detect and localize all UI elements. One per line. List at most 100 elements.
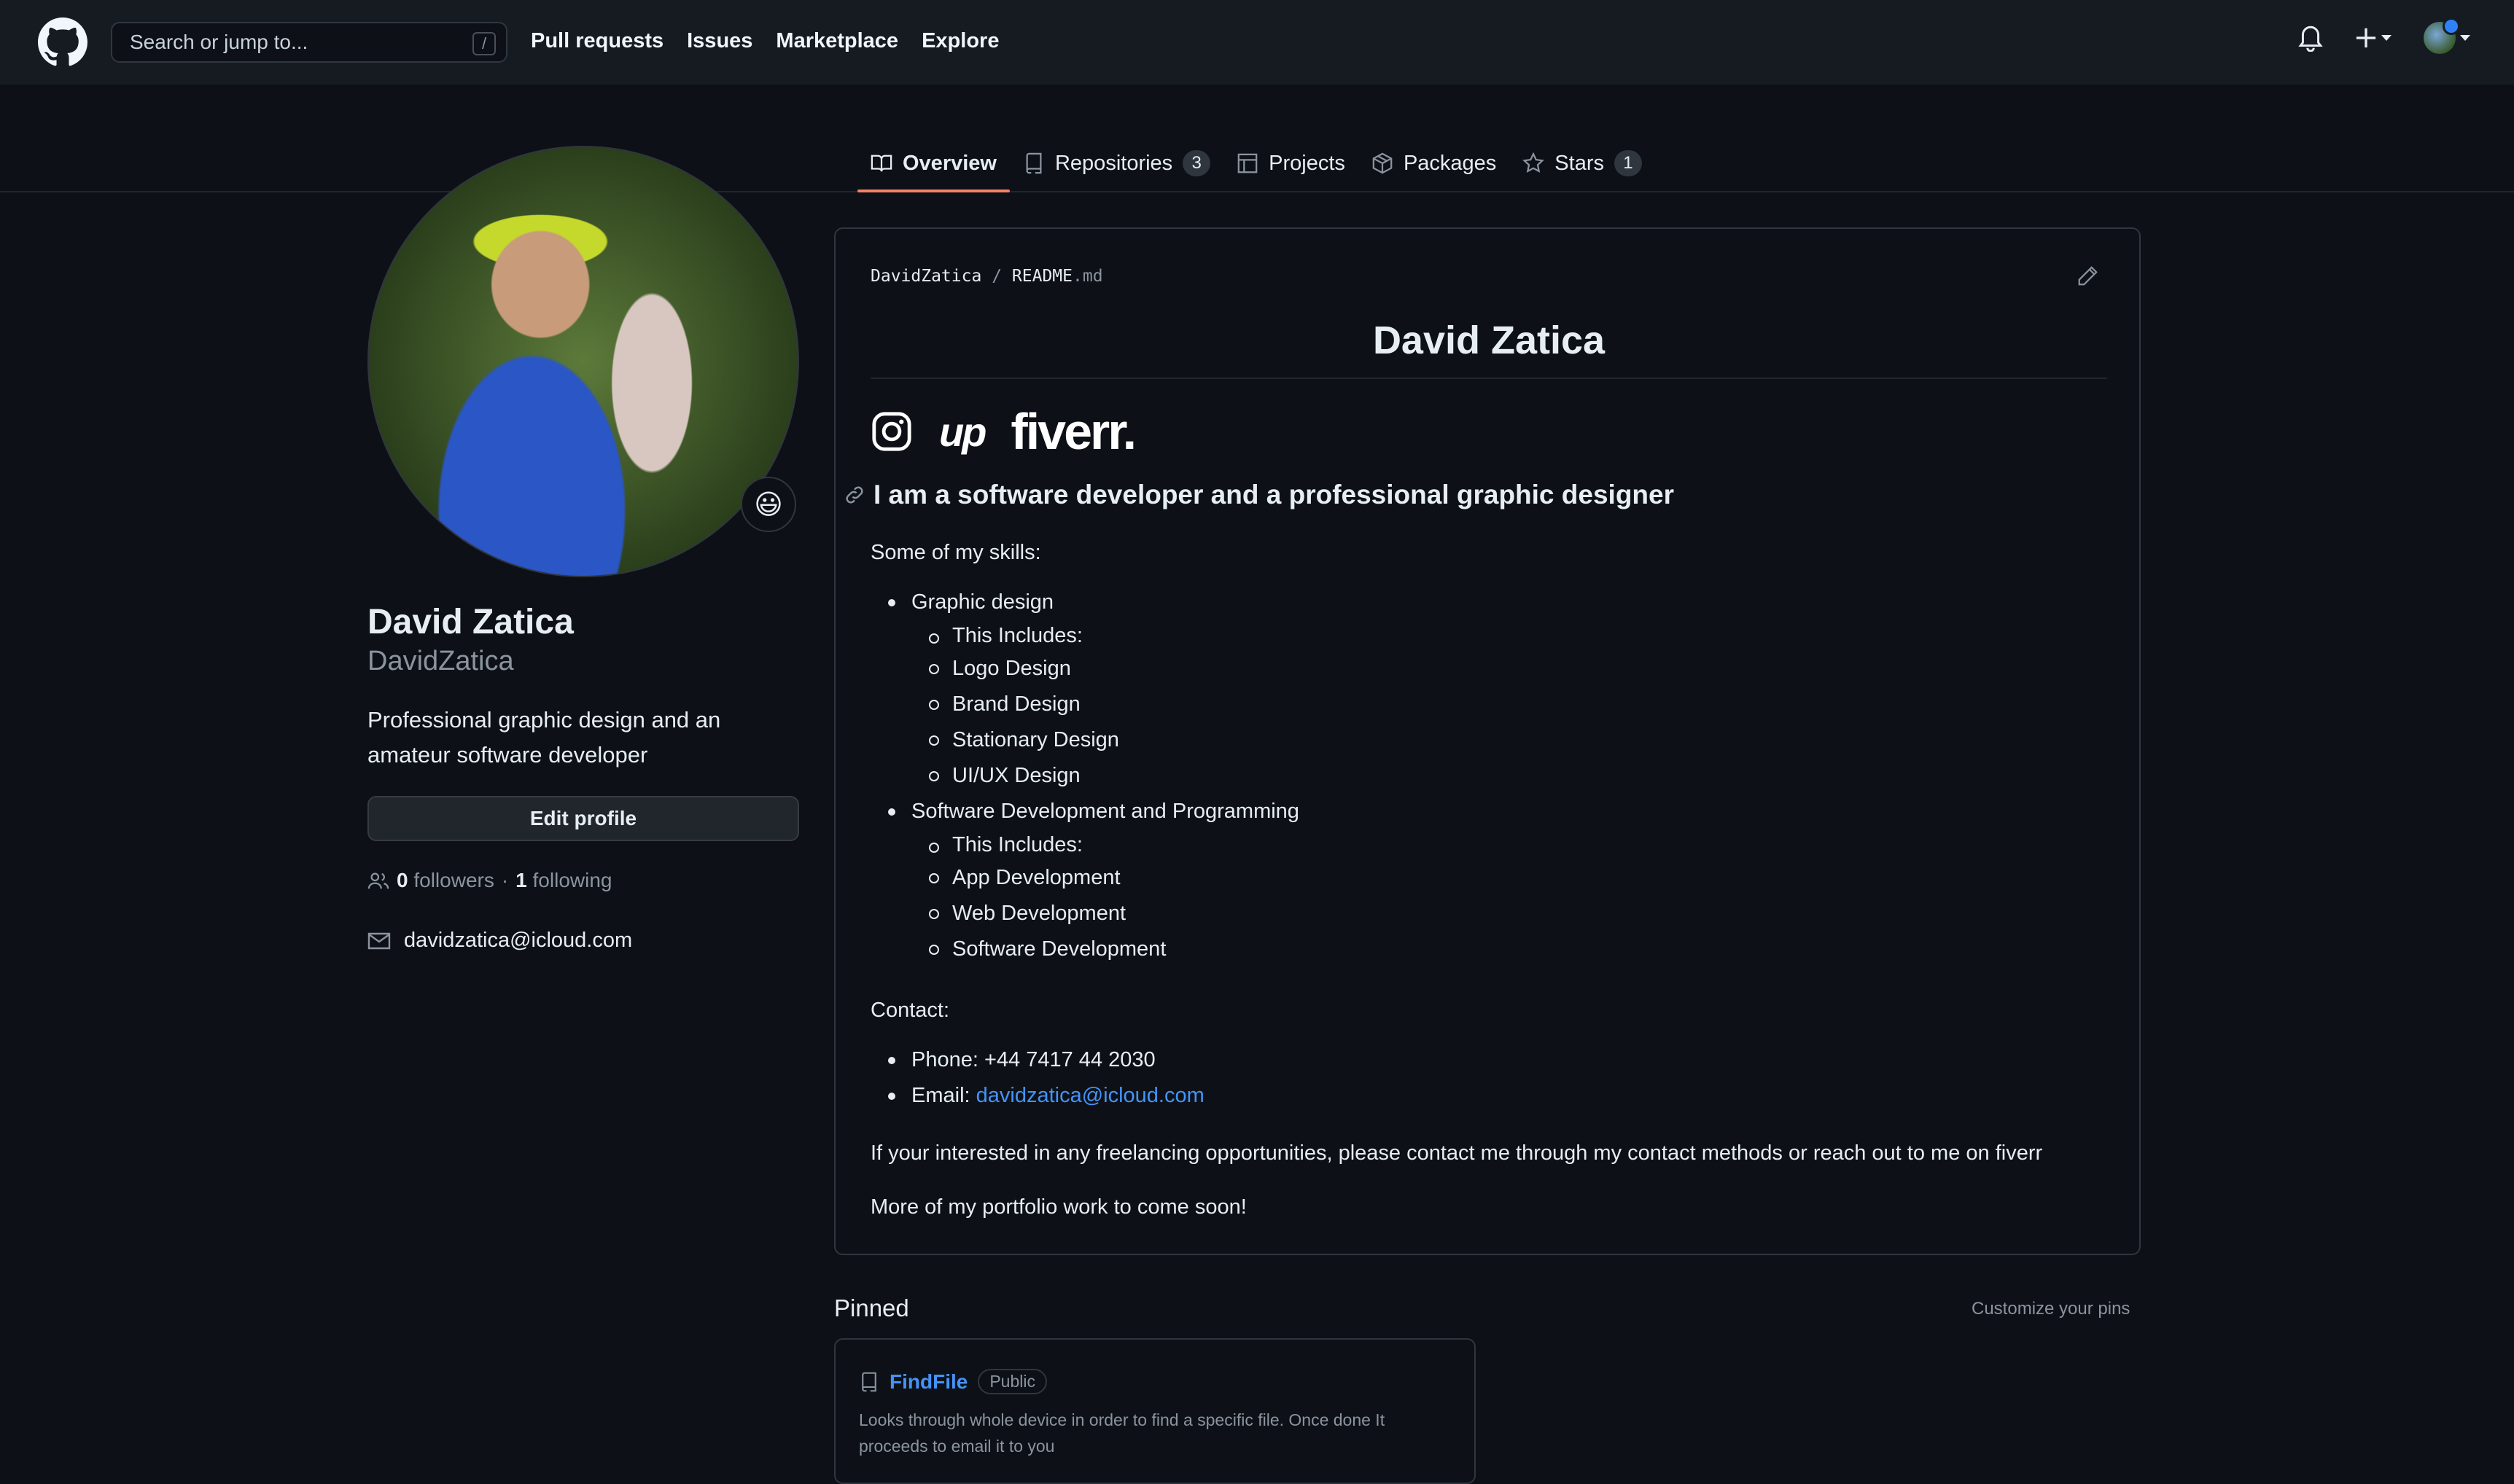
following-label: following <box>532 869 612 891</box>
pinned-repo-card: FindFile Public Looks through whole devi… <box>834 1338 1476 1484</box>
readme-filename: README <box>1011 267 1073 286</box>
avatar <box>2424 17 2460 54</box>
tab-overview[interactable]: Overview <box>857 136 1010 192</box>
github-logo-icon[interactable] <box>38 17 87 67</box>
create-new-dropdown[interactable] <box>2355 27 2392 49</box>
list-item: UI/UX Design <box>871 758 1299 794</box>
readme-path: DavidZatica / README.md <box>871 267 1103 286</box>
stars-count: 1 <box>1614 150 1642 176</box>
pencil-icon[interactable] <box>2077 265 2098 287</box>
email-item: Email: davidzatica@icloud.com <box>871 1078 1205 1114</box>
followers-label: followers <box>413 869 494 891</box>
tab-label: Projects <box>1269 151 1345 175</box>
tab-label: Packages <box>1403 151 1497 175</box>
mail-icon <box>367 932 391 949</box>
chevron-down-icon <box>2460 35 2470 41</box>
set-status-button[interactable]: 😃 <box>741 477 796 532</box>
tab-stars[interactable]: Stars 1 <box>1509 136 1655 191</box>
social-links: up fiverr. <box>871 402 1137 461</box>
list-item: This Includes: <box>871 829 1299 860</box>
nav-pull-requests[interactable]: Pull requests <box>531 29 663 53</box>
chevron-down-icon <box>2381 35 2392 41</box>
nav-explore[interactable]: Explore <box>922 29 999 53</box>
top-header: Search or jump to... / Pull requests Iss… <box>0 0 2514 85</box>
following-link[interactable]: 1 following <box>515 869 612 892</box>
upwork-logo[interactable]: up <box>939 408 986 456</box>
smiley-icon: 😃 <box>754 489 783 520</box>
readme-box: DavidZatica / README.md David Zatica up … <box>834 227 2141 1255</box>
readme-extension: .md <box>1073 267 1103 286</box>
list-item: Logo Design <box>871 651 1299 687</box>
phone-item: Phone: +44 7417 44 2030 <box>871 1042 1205 1078</box>
readme-heading: I am a software developer and a professi… <box>844 480 1674 510</box>
list-item: Software Development <box>871 932 1299 967</box>
table-icon <box>1237 153 1258 173</box>
heading-text: I am a software developer and a professi… <box>873 480 1675 509</box>
search-input[interactable]: Search or jump to... / <box>111 22 507 63</box>
slash-shortcut-key: / <box>472 32 496 55</box>
path-separator: / <box>992 267 1003 286</box>
edit-profile-button[interactable]: Edit profile <box>367 796 799 841</box>
readme-file-link[interactable]: README.md <box>1012 267 1103 286</box>
repositories-count: 3 <box>1183 150 1211 176</box>
list-item: Web Development <box>871 896 1299 932</box>
repo-icon <box>1026 152 1042 174</box>
email-label: Email: <box>911 1084 976 1107</box>
tab-repositories[interactable]: Repositories 3 <box>1010 136 1223 191</box>
list-item: Stationary Design <box>871 722 1299 758</box>
repo-icon <box>862 1372 876 1391</box>
readme-title: David Zatica <box>871 318 2107 379</box>
search-placeholder: Search or jump to... <box>130 31 308 53</box>
instagram-icon[interactable] <box>871 410 913 453</box>
tab-label: Overview <box>903 151 997 175</box>
email-link[interactable]: davidzatica@icloud.com <box>404 929 632 953</box>
pinned-repo-description: Looks through whole device in order to f… <box>859 1410 1385 1456</box>
visibility-badge: Public <box>978 1369 1047 1394</box>
user-menu[interactable] <box>2424 17 2470 54</box>
people-icon <box>367 872 389 889</box>
skills-intro: Some of my skills: <box>871 541 1041 564</box>
nav-issues[interactable]: Issues <box>687 29 752 53</box>
followers-count: 0 <box>397 869 408 891</box>
portfolio-text: More of my portfolio work to come soon! <box>871 1195 1247 1219</box>
pinned-repo-link[interactable]: FindFile <box>890 1370 968 1394</box>
follow-stats: 0 followers · 1 following <box>367 869 612 892</box>
bell-icon[interactable] <box>2298 24 2323 52</box>
pinned-heading: Pinned <box>834 1294 909 1321</box>
readme-email-link[interactable]: davidzatica@icloud.com <box>976 1084 1205 1107</box>
profile-bio: Professional graphic design and an amate… <box>367 707 721 768</box>
package-icon <box>1372 152 1393 174</box>
list-item: Software Development and Programming <box>871 794 1299 829</box>
pinned-repo-header: FindFile Public <box>859 1369 1047 1394</box>
tab-label: Stars <box>1554 151 1604 175</box>
tab-packages[interactable]: Packages <box>1358 136 1509 191</box>
profile-email: davidzatica@icloud.com <box>367 929 632 953</box>
readme-owner-link[interactable]: DavidZatica <box>871 267 981 286</box>
header-actions <box>2298 17 2470 54</box>
list-item: This Includes: <box>871 620 1299 651</box>
following-count: 1 <box>515 869 527 891</box>
tab-projects[interactable]: Projects <box>1223 136 1358 191</box>
followers-link[interactable]: 0 followers <box>397 869 494 892</box>
list-item: App Development <box>871 860 1299 896</box>
global-nav: Pull requests Issues Marketplace Explore <box>531 29 999 53</box>
tab-label: Repositories <box>1054 151 1173 175</box>
plus-icon <box>2356 28 2376 48</box>
star-icon <box>1522 152 1545 173</box>
profile-avatar[interactable] <box>367 146 799 577</box>
profile-tabs: Overview Repositories 3 Projects Package… <box>857 136 1655 192</box>
list-item: Brand Design <box>871 687 1299 722</box>
freelance-text: If your interested in any freelancing op… <box>871 1141 2043 1165</box>
skills-list: Graphic design This Includes: Logo Desig… <box>871 585 1299 967</box>
list-item: Graphic design <box>871 585 1299 620</box>
customize-pins-link[interactable]: Customize your pins <box>1972 1299 2130 1319</box>
tabs-divider <box>0 191 2514 192</box>
fiverr-logo[interactable]: fiverr. <box>1011 402 1137 461</box>
contact-intro: Contact: <box>871 999 949 1022</box>
book-icon <box>871 155 892 172</box>
nav-marketplace[interactable]: Marketplace <box>776 29 898 53</box>
profile-username: DavidZatica <box>367 646 514 676</box>
profile-name: David Zatica <box>367 603 574 641</box>
contact-list: Phone: +44 7417 44 2030 Email: davidzati… <box>871 1042 1205 1114</box>
link-icon[interactable] <box>844 485 865 505</box>
